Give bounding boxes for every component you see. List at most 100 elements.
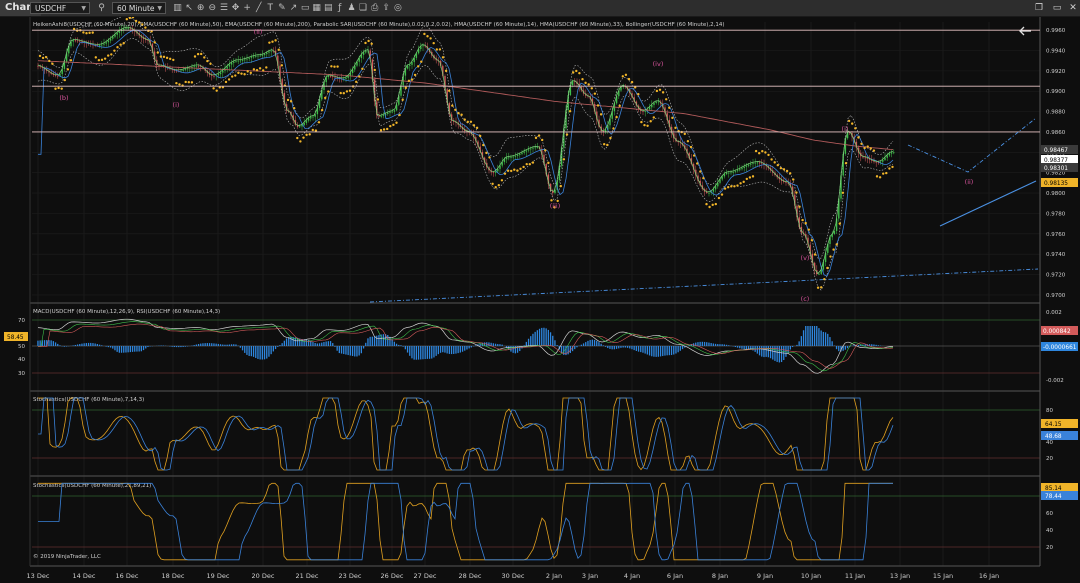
macd-histogram-bar [607,346,609,349]
text-tool-icon[interactable]: T [265,2,276,14]
close-icon[interactable]: ✕ [1066,2,1080,14]
parabolic-sar-dot [758,151,761,155]
macd-histogram-bar [679,346,681,351]
chart-area[interactable]: HeikenAshi8(USDCHF (60 Minute),20), EMA(… [0,17,1080,583]
macd-histogram-bar [246,346,248,355]
pointer-icon[interactable]: ↖ [184,2,195,14]
candle-body [534,147,536,149]
x-tick-label: 8 Jan [712,572,728,580]
templates-icon[interactable]: ❏ [358,2,369,14]
macd-histogram-bar [622,346,624,348]
parabolic-sar-dot [69,59,73,62]
camera-icon[interactable]: ◎ [392,2,403,14]
parabolic-sar-dot [367,39,370,43]
macd-histogram-bar [321,342,323,346]
candle-body [180,70,182,72]
candle-body [246,58,248,60]
candle-body [57,75,59,77]
parabolic-sar-dot [317,121,321,124]
parabolic-sar-dot [395,121,398,124]
parabolic-sar-dot [575,69,578,73]
interval-select[interactable]: 60 Minute ▼ [112,2,166,14]
candle-body [332,76,334,78]
wave-label: (ii) [254,28,263,36]
strategies-icon[interactable]: ♟ [346,2,357,14]
parabolic-sar-dot [206,59,209,63]
macd-tick-label: 0.002 [1046,310,1062,316]
parabolic-sar-dot [661,91,665,94]
zoom-in-icon[interactable]: ⊕ [195,2,206,14]
parabolic-sar-dot [141,23,144,26]
macd-histogram-bar [796,344,798,346]
search-icon[interactable]: ⚲ [96,2,107,14]
parabolic-sar-dot [110,53,113,56]
bar-type-icon[interactable]: ▥ [172,2,183,14]
parabolic-sar-dot [172,58,175,62]
pan-icon[interactable]: ✥ [230,2,241,14]
wave-label: (ii) [965,178,974,186]
parabolic-sar-dot [761,150,764,153]
parabolic-sar-dot [835,243,838,246]
zoom-out-icon[interactable]: ⊖ [207,2,218,14]
candle-body [530,148,532,150]
price-tick-label: 0.9900 [1046,89,1066,95]
candle-body [725,172,728,175]
rectangle-icon[interactable]: ▭ [300,2,311,14]
macd-histogram-bar [325,341,327,346]
parabolic-sar-dot [748,176,752,179]
parabolic-sar-dot [271,40,274,43]
parabolic-sar-dot [618,104,621,108]
macd-histogram-bar [624,346,626,348]
draw-icon[interactable]: ✎ [276,2,287,14]
parabolic-sar-dot [324,96,327,100]
parabolic-sar-dot [438,48,442,51]
wave-label: (iv) [653,60,664,68]
candle-body [422,45,424,47]
macd-histogram-bar [329,341,332,346]
properties-icon[interactable]: ☰ [218,2,229,14]
parabolic-sar-dot [603,143,606,146]
restore-icon[interactable]: ❐ [1032,2,1046,14]
x-tick-label: 9 Jan [757,572,773,580]
arrow-tool-icon[interactable]: ↗ [288,2,299,14]
instrument-select[interactable]: USDCHF ▼ [30,2,90,14]
crosshair-icon[interactable]: + [242,2,253,14]
macd-histogram-bar [527,338,530,346]
share-icon[interactable]: ⇪ [381,2,392,14]
parabolic-sar-dot [169,57,172,61]
macd-histogram-bar [123,346,125,353]
macd-histogram-bar [723,344,725,346]
parabolic-sar-dot [581,77,584,81]
line-tool-icon[interactable]: ╱ [253,2,264,14]
indicators-icon[interactable]: ƒ [334,2,345,14]
candle-body [380,116,382,117]
parabolic-sar-dot [534,136,538,140]
candle-body [728,172,730,174]
macd-histogram-bar [367,338,369,346]
macd-histogram-bar [798,341,800,346]
minimize-icon[interactable]: ▭ [1050,2,1064,14]
rsi-tag-label: 58.45 [7,335,24,341]
macd-histogram-bar [461,346,464,352]
parabolic-sar-dot [308,133,311,136]
candle-body [186,68,189,70]
parabolic-sar-dot [348,89,352,92]
parabolic-sar-dot [562,158,566,161]
parabolic-sar-dot [382,128,386,131]
parabolic-sar-dot [668,106,671,109]
parabolic-sar-dot [299,140,302,143]
candle-body [536,147,539,149]
macd-histogram-bar [351,346,354,357]
macd-histogram-bar [305,339,307,346]
print-icon[interactable]: ⎙ [369,2,380,14]
price-tag-label: 0.98467 [1044,148,1068,154]
macd-histogram-bar [413,346,415,360]
parabolic-sar-dot [624,73,628,77]
macd-histogram-bar [871,344,873,346]
parabolic-sar-dot [491,182,494,186]
candle-body [362,52,365,55]
macd-histogram-bar [327,341,329,346]
parabolic-sar-dot [45,55,48,59]
data-box-icon[interactable]: ▤ [323,2,334,14]
grid-icon[interactable]: ▦ [311,2,322,14]
